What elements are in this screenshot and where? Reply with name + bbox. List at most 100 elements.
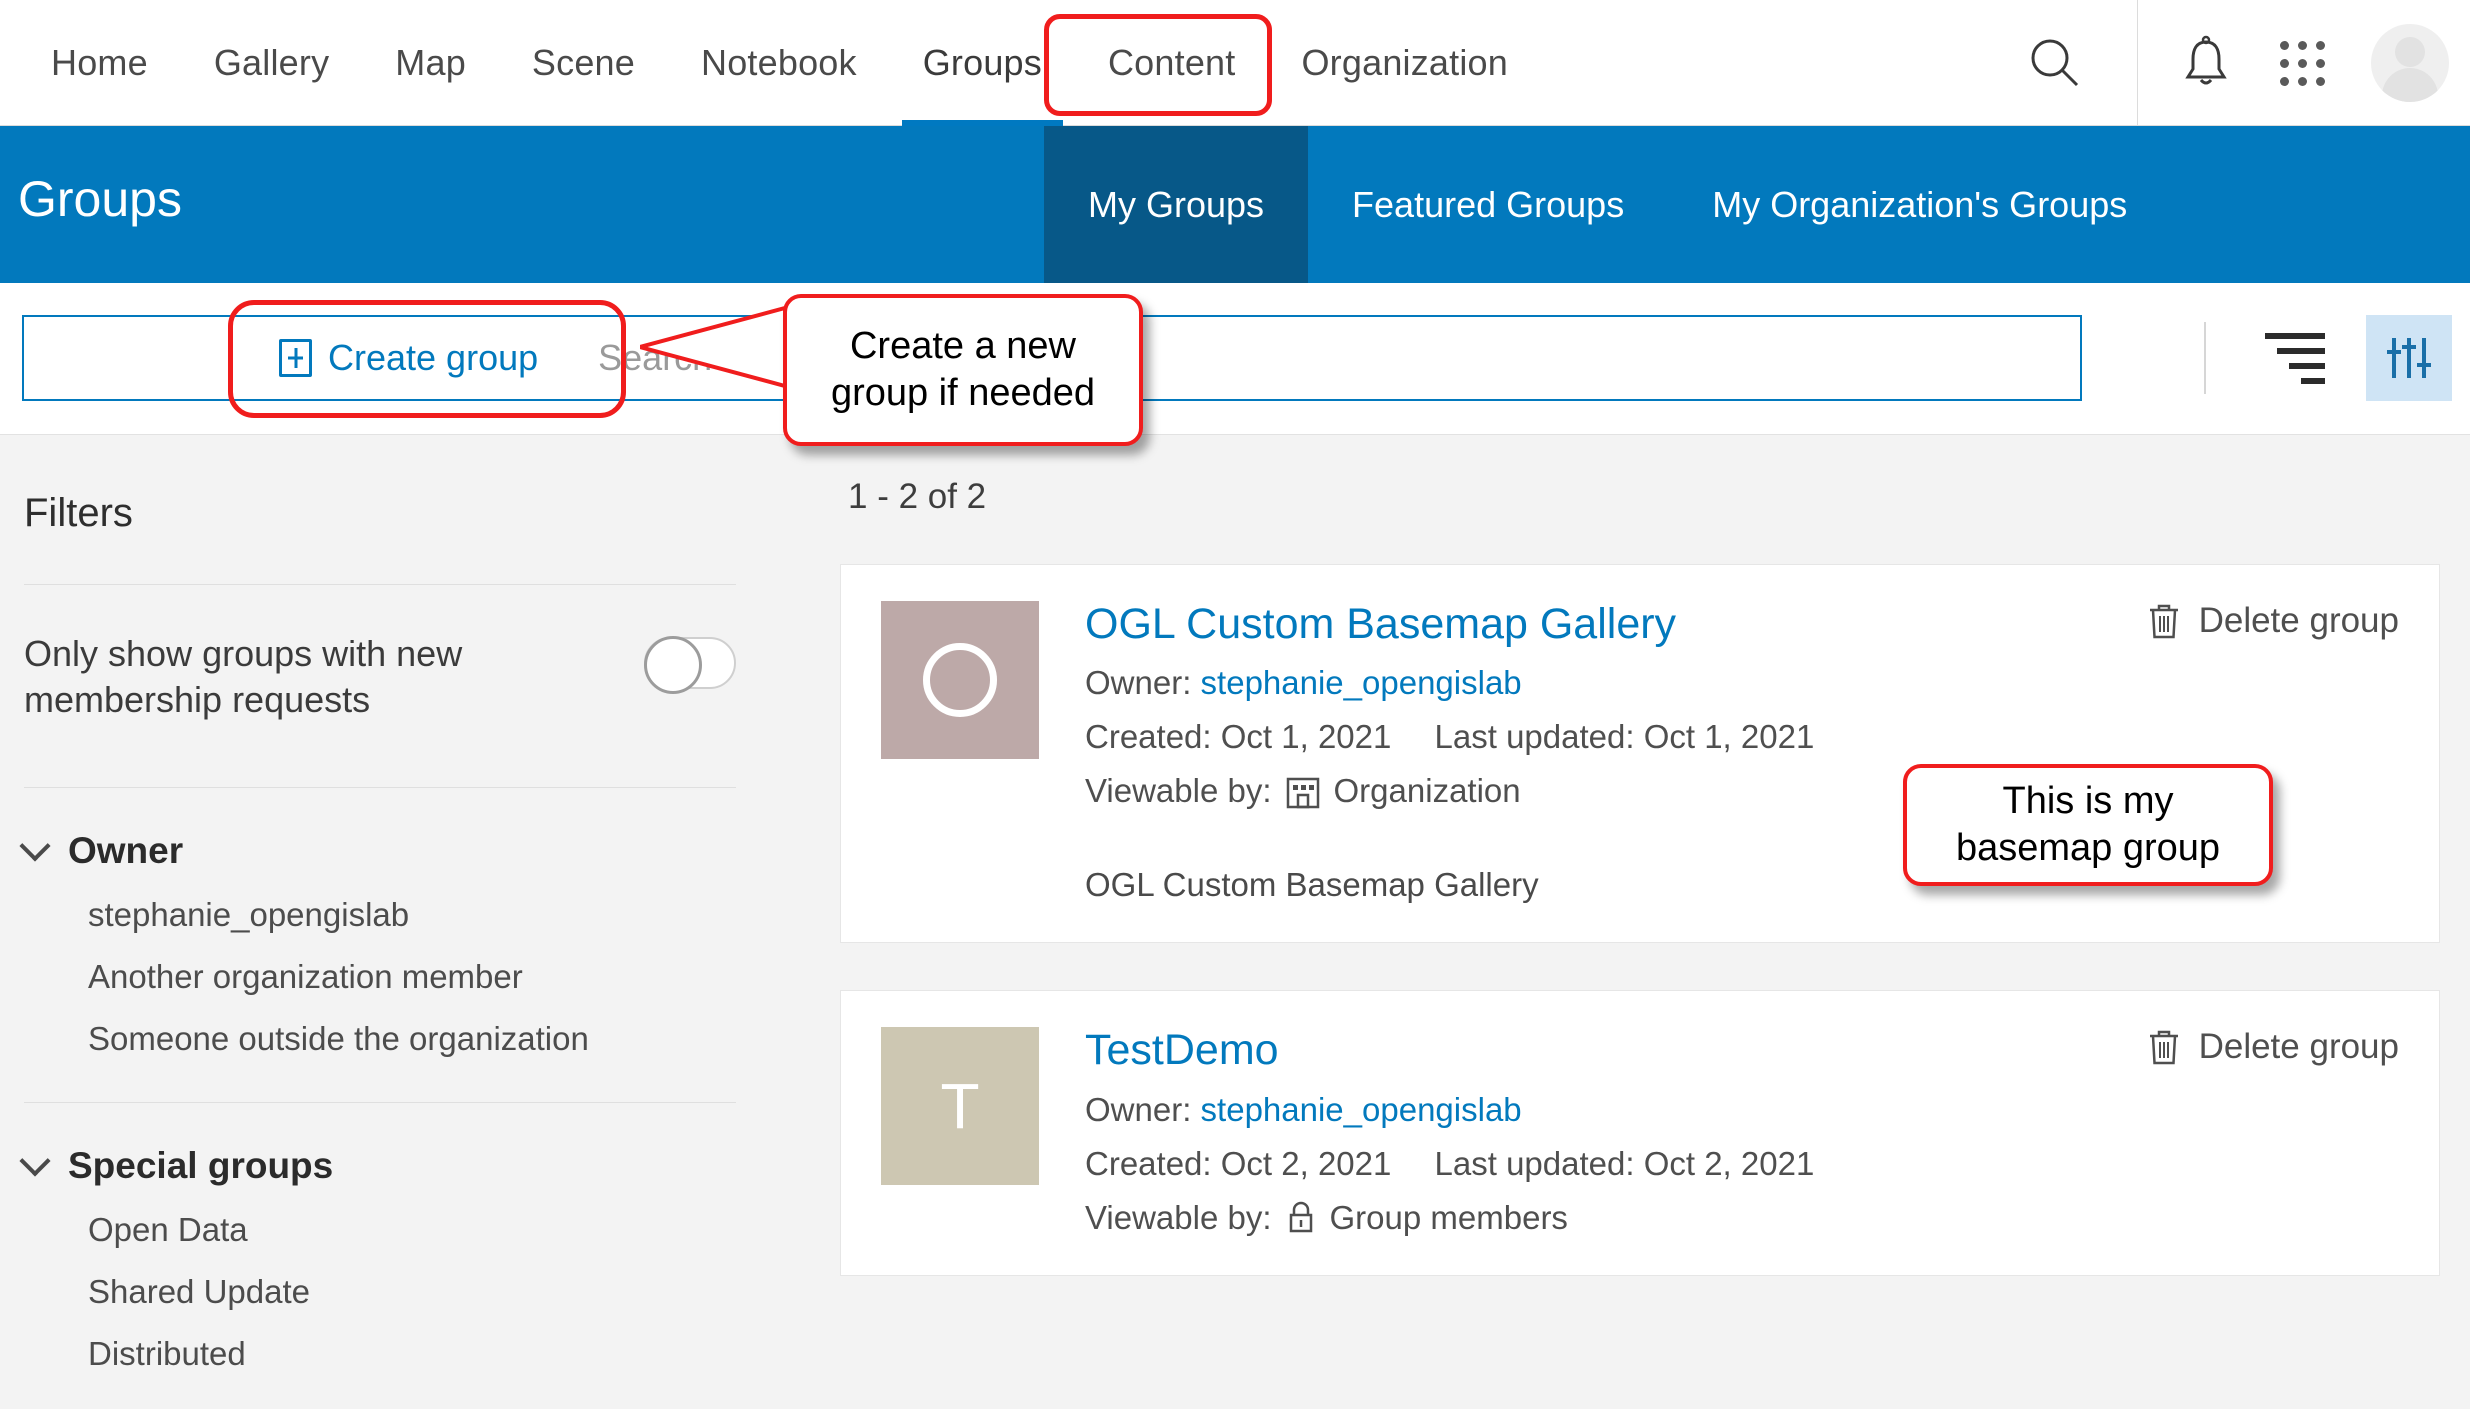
nav-link-organization[interactable]: Organization bbox=[1268, 0, 1541, 126]
create-group-label: Create group bbox=[328, 337, 539, 378]
create-group-button[interactable]: Create group bbox=[279, 337, 538, 379]
facet-item-owner-self[interactable]: stephanie_opengislab bbox=[88, 896, 736, 934]
sidebar-divider-3 bbox=[24, 1102, 736, 1104]
owner-prefix: Owner: bbox=[1085, 1090, 1192, 1128]
created-prefix: Created: bbox=[1085, 1144, 1212, 1182]
top-navigation-bar: Home Gallery Map Scene Notebook Groups C… bbox=[0, 0, 2470, 126]
top-nav-links: Home Gallery Map Scene Notebook Groups C… bbox=[0, 0, 1541, 126]
nav-link-groups[interactable]: Groups bbox=[890, 0, 1075, 126]
facet-item-distributed[interactable]: Distributed bbox=[88, 1335, 736, 1373]
callout-basemap-line-1: This is my bbox=[2002, 779, 2174, 822]
group-card[interactable]: T TestDemo Owner: stephanie_opengislab C… bbox=[840, 990, 2440, 1276]
tab-my-groups[interactable]: My Groups bbox=[1044, 126, 1309, 283]
facet-item-open-data[interactable]: Open Data bbox=[88, 1211, 736, 1249]
toolbar-divider bbox=[2204, 322, 2206, 394]
facet-special-groups-title: Special groups bbox=[68, 1145, 334, 1187]
group-thumbnail-ring-icon bbox=[923, 643, 997, 717]
tab-my-organizations-groups[interactable]: My Organization's Groups bbox=[1668, 126, 2171, 283]
delete-group-label: Delete group bbox=[2198, 1027, 2399, 1067]
page-title: Groups bbox=[18, 171, 182, 227]
callout-create-line-2: group if needed bbox=[830, 372, 1096, 414]
group-thumbnail: T bbox=[881, 1027, 1039, 1186]
groups-tabs: My Groups Featured Groups My Organizatio… bbox=[1044, 126, 2171, 283]
group-dates-line: Created: Oct 1, 2021 Last updated: Oct 1… bbox=[1085, 718, 2399, 756]
created-prefix: Created: bbox=[1085, 718, 1212, 756]
membership-requests-toggle[interactable] bbox=[644, 636, 736, 694]
updated-date: Oct 2, 2021 bbox=[1643, 1144, 1815, 1182]
nav-link-gallery[interactable]: Gallery bbox=[181, 0, 362, 126]
main-content: Filters Only show groups with new member… bbox=[0, 435, 2470, 1409]
group-dates-line: Created: Oct 2, 2021 Last updated: Oct 2… bbox=[1085, 1145, 2399, 1183]
callout-basemap-group: This is my basemap group bbox=[1903, 764, 2273, 886]
lock-icon bbox=[1286, 1200, 1316, 1236]
avatar-image bbox=[2371, 24, 2449, 102]
group-owner-line: Owner: stephanie_opengislab bbox=[1085, 664, 2399, 702]
sort-lines bbox=[2265, 332, 2325, 384]
nav-link-scene[interactable]: Scene bbox=[499, 0, 668, 126]
bell-icon[interactable] bbox=[2158, 0, 2254, 126]
group-visibility-line: Viewable by: Group members bbox=[1085, 1199, 2399, 1237]
top-nav-actions bbox=[2007, 0, 2470, 126]
callout-create-group: Create a new group if needed bbox=[783, 294, 1143, 446]
app-page: Home Gallery Map Scene Notebook Groups C… bbox=[0, 0, 2470, 1409]
facet-owner-title: Owner bbox=[68, 830, 184, 872]
group-card[interactable]: OGL Custom Basemap Gallery Owner: stepha… bbox=[840, 564, 2440, 944]
owner-prefix: Owner: bbox=[1085, 664, 1192, 702]
group-results: 1 - 2 of 2 OGL Custom Basemap Gallery Ow… bbox=[840, 435, 2470, 1409]
created-date: Oct 1, 2021 bbox=[1220, 718, 1392, 756]
delete-group-button[interactable]: Delete group bbox=[2147, 1027, 2399, 1067]
group-owner-line: Owner: stephanie_opengislab bbox=[1085, 1091, 2399, 1129]
sort-icon[interactable] bbox=[2258, 321, 2332, 395]
owner-link[interactable]: stephanie_opengislab bbox=[1201, 1091, 1522, 1128]
visibility-value: Organization bbox=[1333, 772, 1521, 810]
facet-special-groups-header[interactable]: Special groups bbox=[19, 1145, 736, 1187]
group-thumbnail bbox=[881, 601, 1039, 759]
delete-group-label: Delete group bbox=[2198, 601, 2399, 640]
facet-special-groups: Special groups Open Data Shared Update D… bbox=[19, 1145, 736, 1373]
nav-link-notebook[interactable]: Notebook bbox=[668, 0, 890, 126]
toggle-knob bbox=[644, 636, 702, 694]
facet-owner: Owner stephanie_opengislab Another organ… bbox=[19, 830, 736, 1058]
delete-group-button[interactable]: Delete group bbox=[2147, 601, 2399, 641]
groups-toolbar: Create group Search My Groups bbox=[0, 283, 2470, 435]
filters-sidebar: Filters Only show groups with new member… bbox=[0, 435, 760, 1409]
facet-item-owner-org-member[interactable]: Another organization member bbox=[88, 958, 736, 996]
viewable-prefix: Viewable by: bbox=[1085, 1198, 1272, 1236]
nav-link-content[interactable]: Content bbox=[1075, 0, 1269, 126]
plus-icon bbox=[279, 339, 312, 377]
trash-icon bbox=[2147, 1028, 2181, 1066]
trash-icon bbox=[2147, 602, 2181, 640]
nav-divider bbox=[2137, 0, 2138, 126]
created-date: Oct 2, 2021 bbox=[1220, 1144, 1392, 1182]
updated-prefix: Last updated: bbox=[1434, 718, 1635, 756]
viewable-prefix: Viewable by: bbox=[1085, 772, 1272, 810]
toolbar-actions bbox=[2204, 311, 2452, 405]
chevron-down-icon bbox=[19, 830, 51, 862]
chevron-down-icon bbox=[19, 1145, 51, 1177]
facet-owner-header[interactable]: Owner bbox=[19, 830, 736, 872]
facet-item-shared-update[interactable]: Shared Update bbox=[88, 1273, 736, 1311]
app-grid-dots bbox=[2279, 40, 2325, 86]
group-thumbnail-initial: T bbox=[940, 1070, 980, 1143]
callout-basemap-line-2: basemap group bbox=[1955, 827, 2221, 869]
nav-link-map[interactable]: Map bbox=[362, 0, 499, 126]
avatar[interactable] bbox=[2350, 0, 2470, 126]
sidebar-divider-1 bbox=[24, 584, 736, 585]
owner-link[interactable]: stephanie_opengislab bbox=[1201, 664, 1522, 701]
facet-item-owner-outside-org[interactable]: Someone outside the organization bbox=[88, 1020, 736, 1058]
groups-banner: Groups My Groups Featured Groups My Orga… bbox=[0, 126, 2470, 283]
filter-sliders-icon[interactable] bbox=[2366, 315, 2452, 401]
nav-link-home[interactable]: Home bbox=[18, 0, 181, 126]
sidebar-divider-2 bbox=[24, 787, 736, 789]
results-count: 1 - 2 of 2 bbox=[848, 477, 987, 516]
membership-requests-label: Only show groups with new membership req… bbox=[24, 633, 463, 721]
search-icon[interactable] bbox=[2007, 0, 2103, 126]
app-grid-icon[interactable] bbox=[2254, 0, 2350, 126]
updated-prefix: Last updated: bbox=[1434, 1144, 1635, 1182]
tab-featured-groups[interactable]: Featured Groups bbox=[1308, 126, 1668, 283]
visibility-value: Group members bbox=[1329, 1198, 1568, 1236]
membership-requests-filter-row: Only show groups with new membership req… bbox=[24, 631, 736, 723]
updated-date: Oct 1, 2021 bbox=[1643, 718, 1815, 756]
organization-building-icon bbox=[1286, 773, 1320, 809]
filters-title: Filters bbox=[24, 491, 133, 535]
